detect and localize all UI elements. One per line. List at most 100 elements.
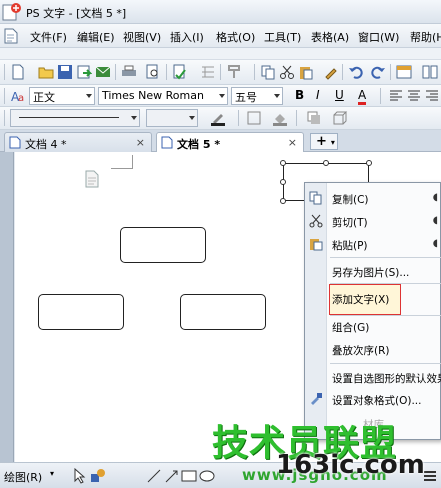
scissors-icon: [309, 214, 323, 228]
close-icon[interactable]: ×: [136, 136, 145, 149]
toolbar-separator: [4, 110, 5, 126]
toolbar-separator: [166, 64, 167, 80]
autoshapes-icon[interactable]: [90, 468, 106, 484]
ctx-paste[interactable]: 粘贴(P): [332, 238, 368, 253]
rectangle-tool-icon[interactable]: [181, 468, 197, 484]
drawing-format-toolbar: [0, 107, 441, 130]
tab-doc4[interactable]: 文档 4 * ×: [4, 132, 152, 152]
underline-button[interactable]: U: [335, 88, 344, 102]
ctx-cut[interactable]: 剪切(T): [332, 215, 368, 230]
print-preview-icon[interactable]: [145, 64, 161, 80]
chevron-down-icon: [274, 94, 280, 98]
menu-separator: [330, 363, 441, 364]
resize-handle[interactable]: [280, 198, 286, 204]
menu-window[interactable]: 窗口(W): [358, 29, 399, 45]
resize-handle[interactable]: [280, 179, 286, 185]
diagram-box-right[interactable]: [180, 294, 266, 330]
copy-icon[interactable]: [260, 64, 276, 80]
toolbar-separator: [220, 64, 221, 80]
format-painter-icon[interactable]: [323, 64, 339, 80]
menu-format[interactable]: 格式(O): [216, 29, 255, 45]
line-style-select[interactable]: [10, 109, 140, 127]
insert-table-icon[interactable]: [396, 64, 412, 80]
wps-logo-icon[interactable]: [2, 3, 22, 21]
redo-icon[interactable]: [370, 64, 386, 80]
font-select[interactable]: Times New Roman: [98, 87, 228, 105]
cut-icon[interactable]: [279, 64, 295, 80]
align-center-icon[interactable]: [406, 88, 422, 104]
export-icon[interactable]: [76, 64, 92, 80]
ctx-set-default[interactable]: 设置自选图形的默认效果: [332, 371, 441, 386]
spellcheck-icon[interactable]: [172, 64, 188, 80]
line-style-preview: [19, 117, 119, 118]
diagram-box-top[interactable]: [120, 227, 206, 263]
ctx-order[interactable]: 叠放次序(R): [332, 343, 390, 358]
resize-handle[interactable]: [366, 160, 372, 166]
font-value: Times New Roman: [102, 89, 204, 102]
styles-icon[interactable]: Aa: [10, 88, 26, 104]
columns-icon[interactable]: [422, 64, 438, 80]
ctx-add-text[interactable]: 添加文字(X): [332, 292, 389, 307]
style-select[interactable]: 正文: [29, 87, 95, 105]
draw-menu-button[interactable]: 绘图(R): [4, 469, 42, 485]
font-size-select[interactable]: 五号: [231, 87, 283, 105]
ctx-format-object[interactable]: 设置对象格式(O)...: [332, 393, 421, 408]
3d-icon[interactable]: [332, 110, 348, 126]
bold-button[interactable]: B: [295, 88, 304, 102]
undo-icon[interactable]: [348, 64, 364, 80]
ctx-save-as-image[interactable]: 另存为图片(S)...: [332, 265, 409, 280]
toolbar-gap: [0, 48, 441, 60]
align-right-icon[interactable]: [424, 88, 440, 104]
save-icon[interactable]: [57, 64, 73, 80]
arrow-tool-icon[interactable]: [164, 468, 180, 484]
menu-tools[interactable]: 工具(T): [264, 29, 301, 45]
paste-icon[interactable]: [298, 64, 314, 80]
italic-button[interactable]: I: [316, 88, 320, 102]
tab-doc5[interactable]: 文档 5 * ×: [156, 132, 304, 152]
menu-help[interactable]: 帮助(H): [410, 29, 441, 45]
line-tool-icon[interactable]: [146, 468, 162, 484]
oval-tool-icon[interactable]: [199, 468, 215, 484]
menu-file[interactable]: 文件(F): [30, 29, 67, 45]
font-color-button[interactable]: A: [358, 88, 367, 105]
border-icon[interactable]: [246, 110, 262, 126]
chevron-down-icon[interactable]: ▾: [50, 469, 54, 478]
vertical-ruler: [0, 152, 14, 462]
close-icon[interactable]: ×: [288, 136, 297, 149]
format-icon: [311, 393, 322, 405]
table-insert-icon[interactable]: [200, 64, 216, 80]
menu-bar: 文件(F) 编辑(E) 视图(V) 插入(I) 格式(O) 工具(T) 表格(A…: [0, 24, 441, 48]
shadow-icon[interactable]: [306, 110, 322, 126]
resize-handle[interactable]: [280, 160, 286, 166]
align-left-icon[interactable]: [388, 88, 404, 104]
toolbar-separator: [254, 64, 255, 80]
format-brush-icon[interactable]: [226, 64, 242, 80]
diagram-box-left[interactable]: [38, 294, 124, 330]
new-document-icon[interactable]: [10, 64, 26, 80]
menu-insert[interactable]: 插入(I): [170, 29, 204, 45]
line-weight-select[interactable]: [146, 109, 198, 127]
toolbar-separator: [4, 64, 5, 80]
menu-edit[interactable]: 编辑(E): [77, 29, 115, 45]
ctx-copy[interactable]: 复制(C): [332, 192, 369, 207]
fill-color-icon[interactable]: [272, 110, 288, 126]
ctx-scroll-mark: ◖: [432, 192, 438, 203]
document-icon: [9, 136, 21, 149]
email-icon[interactable]: [95, 64, 111, 80]
document-icon: [4, 28, 18, 44]
open-folder-icon[interactable]: [38, 64, 54, 80]
menu-table[interactable]: 表格(A): [311, 29, 349, 45]
line-color-icon[interactable]: [210, 110, 226, 126]
ctx-scroll-mark: ◖: [432, 238, 438, 249]
tab-label: 文档 4 *: [25, 138, 67, 151]
ctx-group[interactable]: 组合(G): [332, 320, 369, 335]
print-icon[interactable]: [121, 64, 137, 80]
style-value: 正文: [33, 91, 55, 104]
anchor-icon: [85, 170, 99, 188]
select-arrow-icon[interactable]: [72, 468, 88, 484]
menu-view[interactable]: 视图(V): [123, 29, 161, 45]
new-tab-button[interactable]: + ▾: [310, 133, 338, 150]
context-menu: 复制(C) ◖ 剪切(T) ◖ 粘贴(P) ◖ 另存为图片(S)... 添加文字…: [304, 182, 441, 440]
chevron-down-icon: [189, 116, 195, 120]
resize-handle[interactable]: [323, 160, 329, 166]
